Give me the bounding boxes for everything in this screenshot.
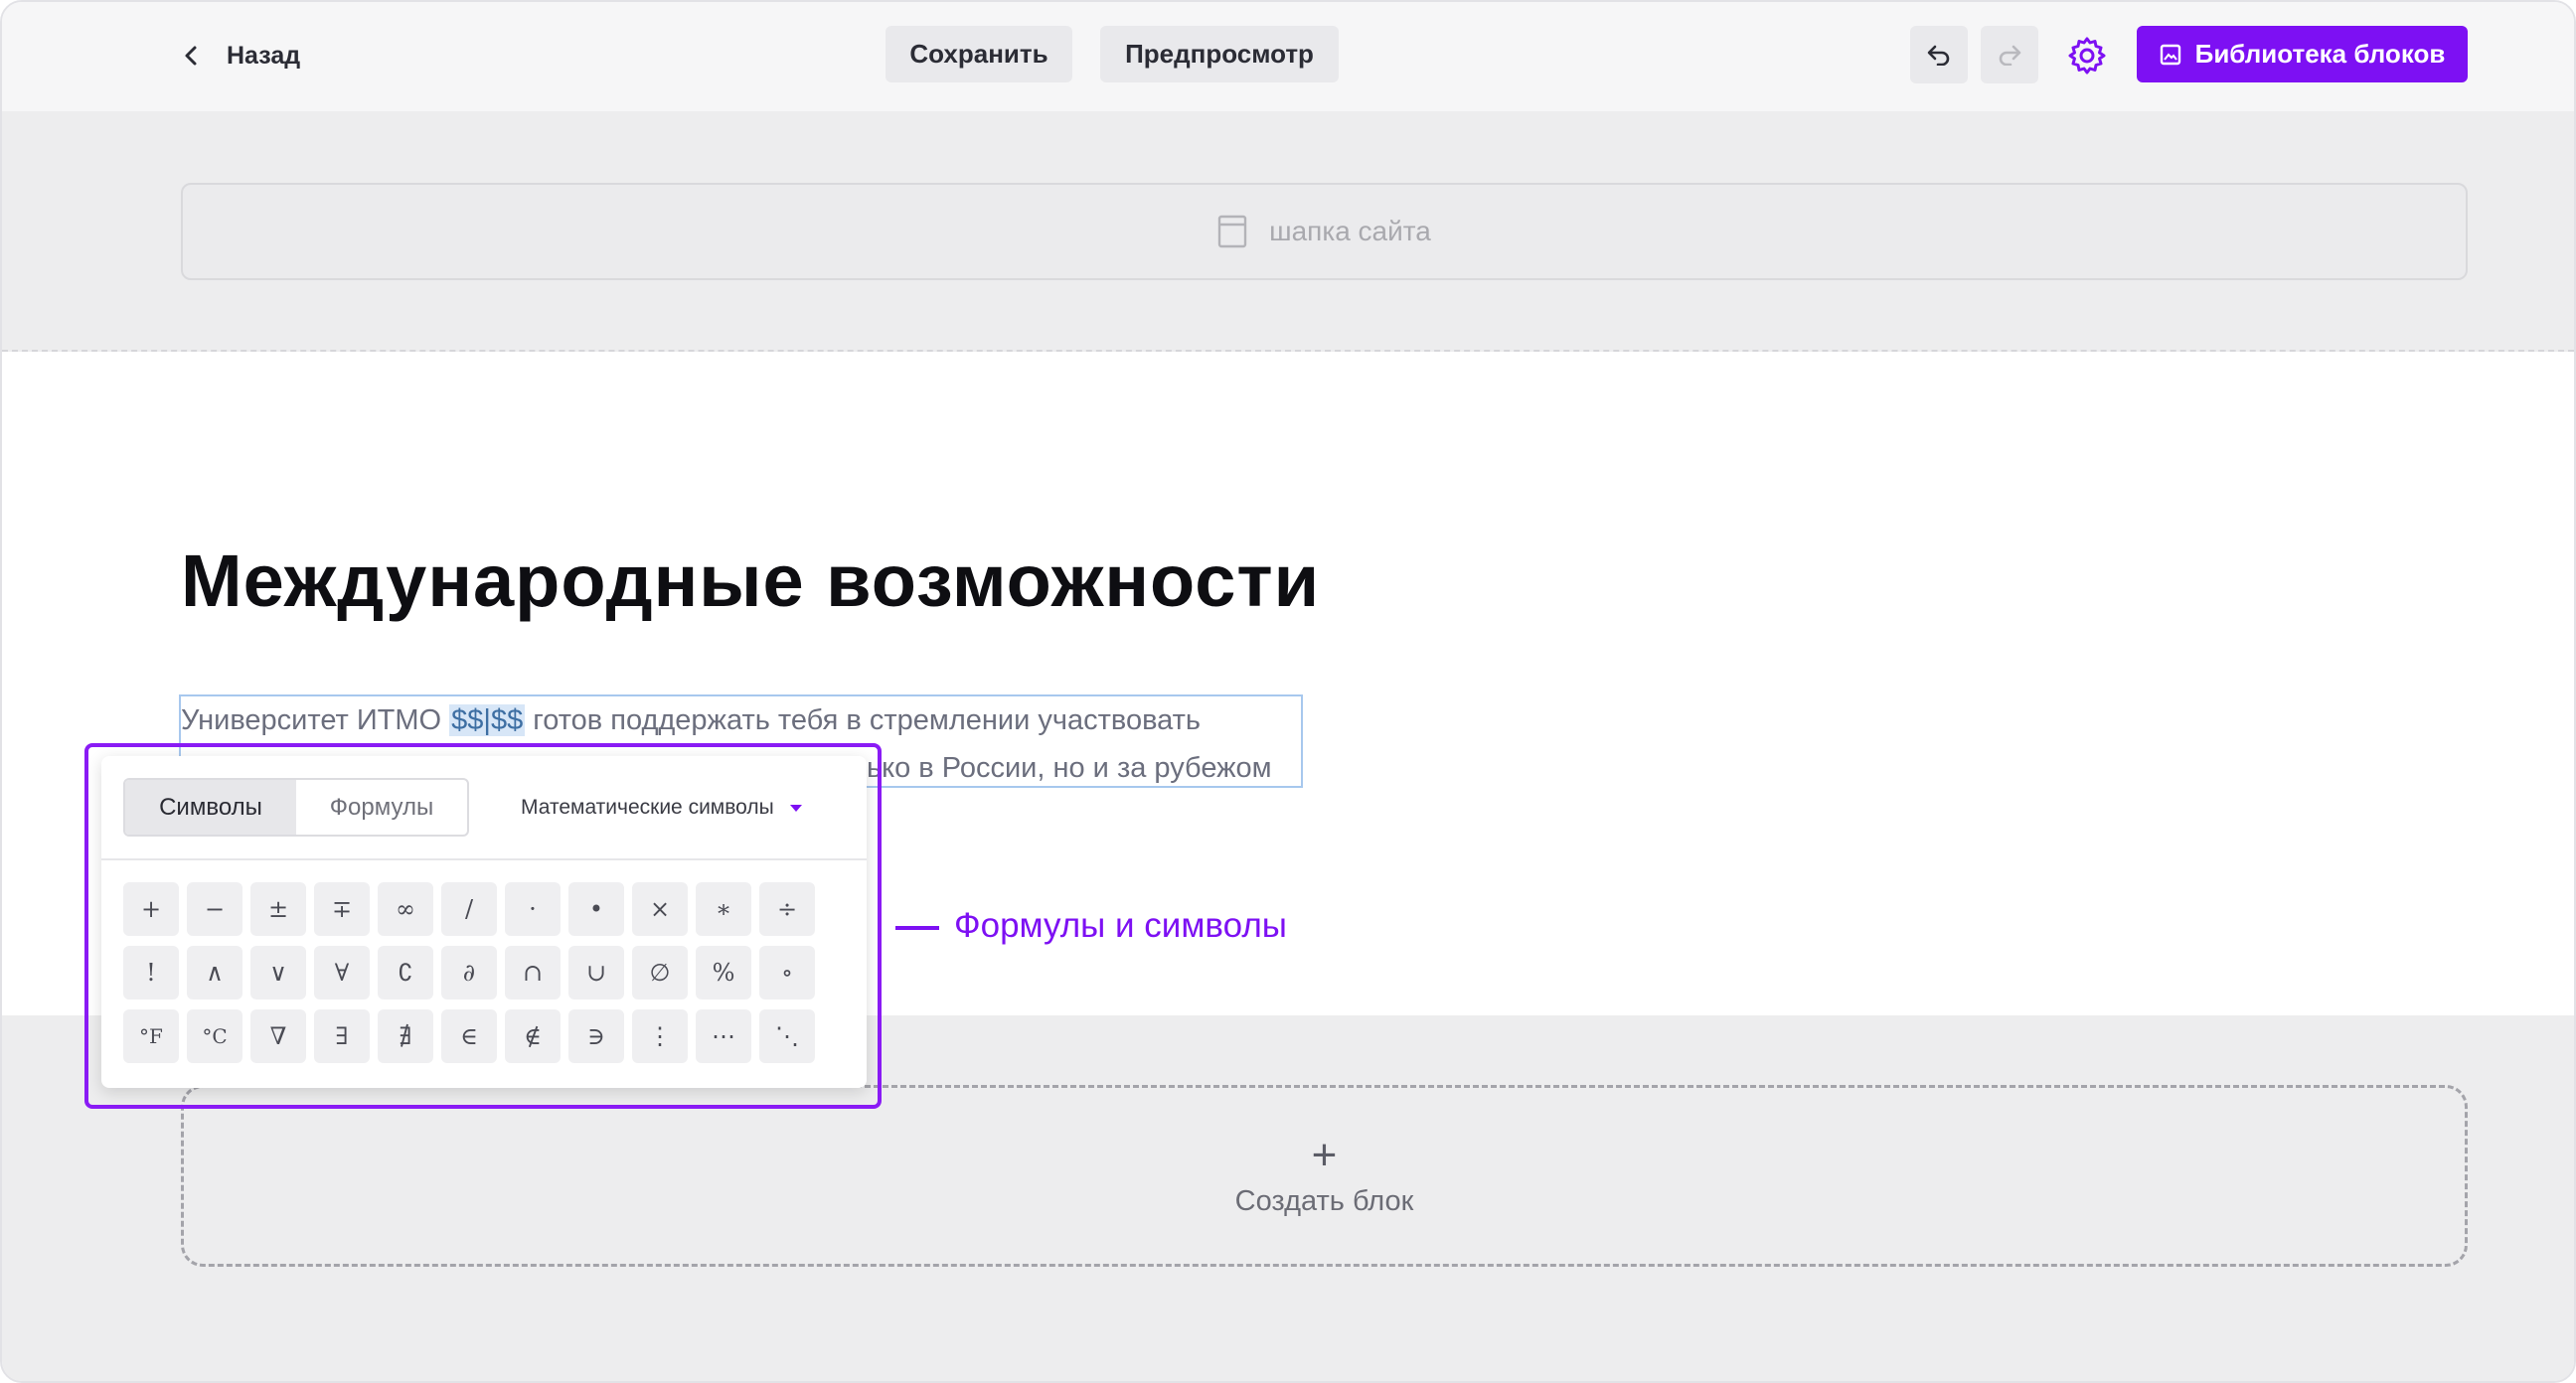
symbol-button[interactable]: ∅ xyxy=(632,946,688,999)
paragraph-line-1: Университет ИТМО $$|$$ готов поддержать … xyxy=(181,704,1201,737)
paragraph-line-2: ько в России, но и за рубежом xyxy=(867,752,1272,784)
symbol-button[interactable]: °F xyxy=(123,1009,179,1063)
tab-symbols[interactable]: Символы xyxy=(125,780,296,835)
symbol-button[interactable]: • xyxy=(568,882,624,936)
site-header-block[interactable]: шапка сайта xyxy=(181,183,2468,280)
symbol-button[interactable]: ∈ xyxy=(441,1009,497,1063)
symbol-button[interactable]: ∗ xyxy=(696,882,751,936)
symbol-button[interactable]: ∪ xyxy=(568,946,624,999)
symbols-popup: Символы Формулы Математические символы +… xyxy=(101,756,867,1088)
caret-down-icon xyxy=(789,804,802,812)
undo-icon xyxy=(1927,45,1950,66)
back-button[interactable]: Назад xyxy=(181,32,300,79)
symbol-button[interactable]: ⋯ xyxy=(696,1009,751,1063)
symbol-button[interactable]: / xyxy=(441,882,497,936)
editor-window: Назад Сохранить Предпросмотр Библиотека … xyxy=(0,0,2576,1383)
symbol-button[interactable]: ∨ xyxy=(250,946,306,999)
paragraph-text: Университет ИТМО xyxy=(181,704,450,736)
create-block-label: Создать блок xyxy=(1234,1185,1414,1217)
symbol-button[interactable]: % xyxy=(696,946,751,999)
block-library-button[interactable]: Библиотека блоков xyxy=(2137,26,2468,82)
site-header-zone: шапка сайта xyxy=(2,111,2574,352)
layout-icon xyxy=(1217,215,1247,248)
preview-button[interactable]: Предпросмотр xyxy=(1100,26,1339,82)
symbol-button[interactable]: ⋮ xyxy=(632,1009,688,1063)
symbol-button[interactable]: × xyxy=(632,882,688,936)
redo-icon xyxy=(1999,45,2021,66)
annotation-label: Формулы и символы xyxy=(954,906,1287,945)
symbol-button[interactable]: ÷ xyxy=(759,882,815,936)
symbol-button[interactable]: ± xyxy=(250,882,306,936)
create-block-button[interactable]: + Создать блок xyxy=(181,1085,2468,1267)
symbol-button[interactable]: ∩ xyxy=(505,946,561,999)
save-button[interactable]: Сохранить xyxy=(886,26,1072,82)
tab-formulas[interactable]: Формулы xyxy=(296,780,467,835)
symbol-button[interactable]: ∘ xyxy=(759,946,815,999)
symbol-button[interactable]: ∃ xyxy=(314,1009,370,1063)
symbol-button[interactable]: ∁ xyxy=(378,946,433,999)
back-label: Назад xyxy=(227,41,301,70)
symbol-button[interactable]: ∧ xyxy=(187,946,242,999)
symbol-button[interactable]: ! xyxy=(123,946,179,999)
symbol-button[interactable]: ∋ xyxy=(568,1009,624,1063)
symbol-button[interactable]: ∂ xyxy=(441,946,497,999)
formula-placeholder[interactable]: $$|$$ xyxy=(449,704,526,736)
settings-gear-icon[interactable] xyxy=(2067,36,2107,76)
paragraph-text: готов поддержать тебя в стремлении участ… xyxy=(525,704,1202,736)
symbol-button[interactable]: ∄ xyxy=(378,1009,433,1063)
symbol-grid: + − ± ∓ ∞ / · • × ∗ ÷! ∧ ∨ ∀ ∁ ∂ ∩ ∪ ∅% ∘ °F °C ∇ ∃ ∄ ∈ ∉ ∋ ⋮ ⋯ ⋱ xyxy=(123,882,815,1063)
block-library-label: Библиотека блоков xyxy=(2194,39,2446,69)
top-toolbar: Назад Сохранить Предпросмотр Библиотека … xyxy=(2,2,2574,111)
redo-button[interactable] xyxy=(1981,26,2038,83)
symbol-button[interactable]: ⋱ xyxy=(759,1009,815,1063)
symbol-button[interactable]: ∇ xyxy=(250,1009,306,1063)
symbol-button[interactable]: − xyxy=(187,882,242,936)
symbol-button[interactable]: · xyxy=(505,882,561,936)
image-icon xyxy=(2160,44,2180,65)
symbol-button[interactable]: °C xyxy=(187,1009,242,1063)
popup-tabs: Символы Формулы xyxy=(123,778,469,837)
plus-icon: + xyxy=(1311,1131,1338,1179)
symbol-button[interactable]: ∀ xyxy=(314,946,370,999)
symbol-button[interactable]: ∞ xyxy=(378,882,433,936)
undo-button[interactable] xyxy=(1910,26,1968,83)
symbol-button[interactable]: ∉ xyxy=(505,1009,561,1063)
page-title[interactable]: Международные возможности xyxy=(181,538,1320,623)
site-header-label: шапка сайта xyxy=(1269,216,1431,246)
category-label: Математические символы xyxy=(521,796,774,819)
popup-divider xyxy=(101,858,867,860)
annotation-line xyxy=(895,926,939,930)
chevron-left-icon xyxy=(185,46,197,66)
symbol-button[interactable]: + xyxy=(123,882,179,936)
category-dropdown[interactable]: Математические символы xyxy=(521,792,802,824)
symbol-button[interactable]: ∓ xyxy=(314,882,370,936)
